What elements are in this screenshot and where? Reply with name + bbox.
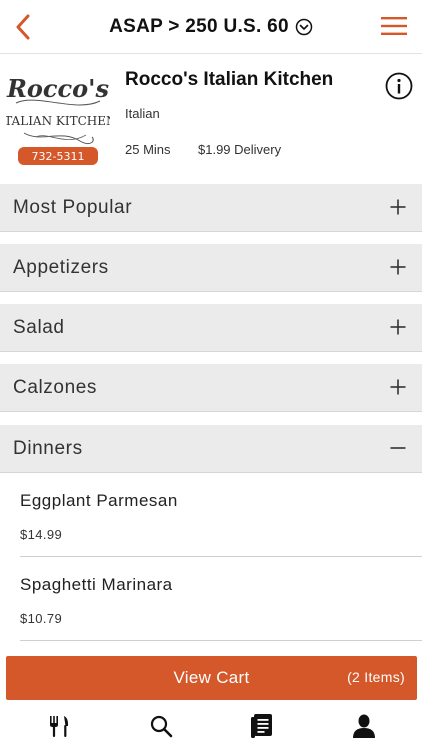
plus-icon — [390, 379, 406, 395]
account-icon — [353, 714, 375, 738]
back-button[interactable] — [8, 10, 38, 44]
tab-menu[interactable] — [42, 709, 76, 743]
category-label: Appetizers — [13, 256, 109, 278]
tab-orders[interactable] — [245, 709, 279, 743]
restaurant-header: Rocco's ITALIAN KITCHEN 732-5311 Rocco's… — [0, 55, 422, 183]
category-label: Dinners — [13, 437, 83, 459]
item-divider — [20, 640, 422, 641]
cart-item-count: (2 Items) — [347, 669, 405, 685]
menu-item-name: Spaghetti Marinara — [20, 575, 173, 594]
restaurant-info-button[interactable] — [385, 72, 413, 100]
category-dinners[interactable]: Dinners — [0, 425, 422, 473]
menu-button[interactable] — [380, 14, 408, 38]
menu-item-name: Eggplant Parmesan — [20, 491, 178, 510]
category-label: Calzones — [13, 376, 98, 398]
restaurant-logo: Rocco's ITALIAN KITCHEN 732-5311 — [6, 63, 110, 173]
search-icon — [150, 715, 173, 738]
fork-knife-icon — [50, 716, 69, 737]
category-label: Salad — [13, 316, 65, 338]
view-cart-label: View Cart — [173, 668, 250, 687]
category-calzones[interactable]: Calzones — [0, 364, 422, 412]
delivery-fee: $1.99 Delivery — [198, 142, 282, 157]
chevron-left-icon — [16, 14, 30, 40]
circle-chevron-down-icon — [295, 18, 313, 36]
hamburger-menu-icon — [381, 17, 407, 35]
tab-account[interactable] — [347, 709, 381, 743]
plus-icon — [390, 259, 406, 275]
category-most-popular[interactable]: Most Popular — [0, 184, 422, 232]
minus-icon — [390, 447, 406, 449]
category-label: Most Popular — [13, 196, 133, 218]
page-title: ASAP > 250 U.S. 60 — [109, 16, 289, 37]
logo-phone-text: 732-5311 — [32, 150, 85, 163]
delivery-time: 25 Mins — [125, 142, 171, 157]
tab-search[interactable] — [144, 709, 178, 743]
top-nav-bar: ASAP > 250 U.S. 60 — [0, 0, 422, 54]
menu-item[interactable]: Eggplant Parmesan $14.99 — [0, 473, 422, 557]
bottom-tab-bar — [0, 703, 422, 750]
menu-item-price: $14.99 — [20, 527, 63, 542]
delivery-address-selector[interactable]: ASAP > 250 U.S. 60 — [60, 0, 362, 54]
plus-icon — [390, 319, 406, 335]
restaurant-name: Rocco's Italian Kitchen — [125, 69, 334, 90]
menu-item[interactable]: Spaghetti Marinara $10.79 — [0, 557, 422, 641]
view-cart-button[interactable]: View Cart (2 Items) — [6, 656, 417, 700]
category-salad[interactable]: Salad — [0, 304, 422, 352]
order-list-icon — [251, 714, 272, 738]
plus-icon — [390, 199, 406, 215]
info-icon — [385, 72, 413, 100]
restaurant-cuisine: Italian — [125, 106, 160, 121]
menu-item-price: $10.79 — [20, 611, 63, 626]
logo-subtitle-text: ITALIAN KITCHEN — [6, 114, 110, 128]
logo-script-text: Rocco's — [6, 74, 110, 103]
category-appetizers[interactable]: Appetizers — [0, 244, 422, 292]
